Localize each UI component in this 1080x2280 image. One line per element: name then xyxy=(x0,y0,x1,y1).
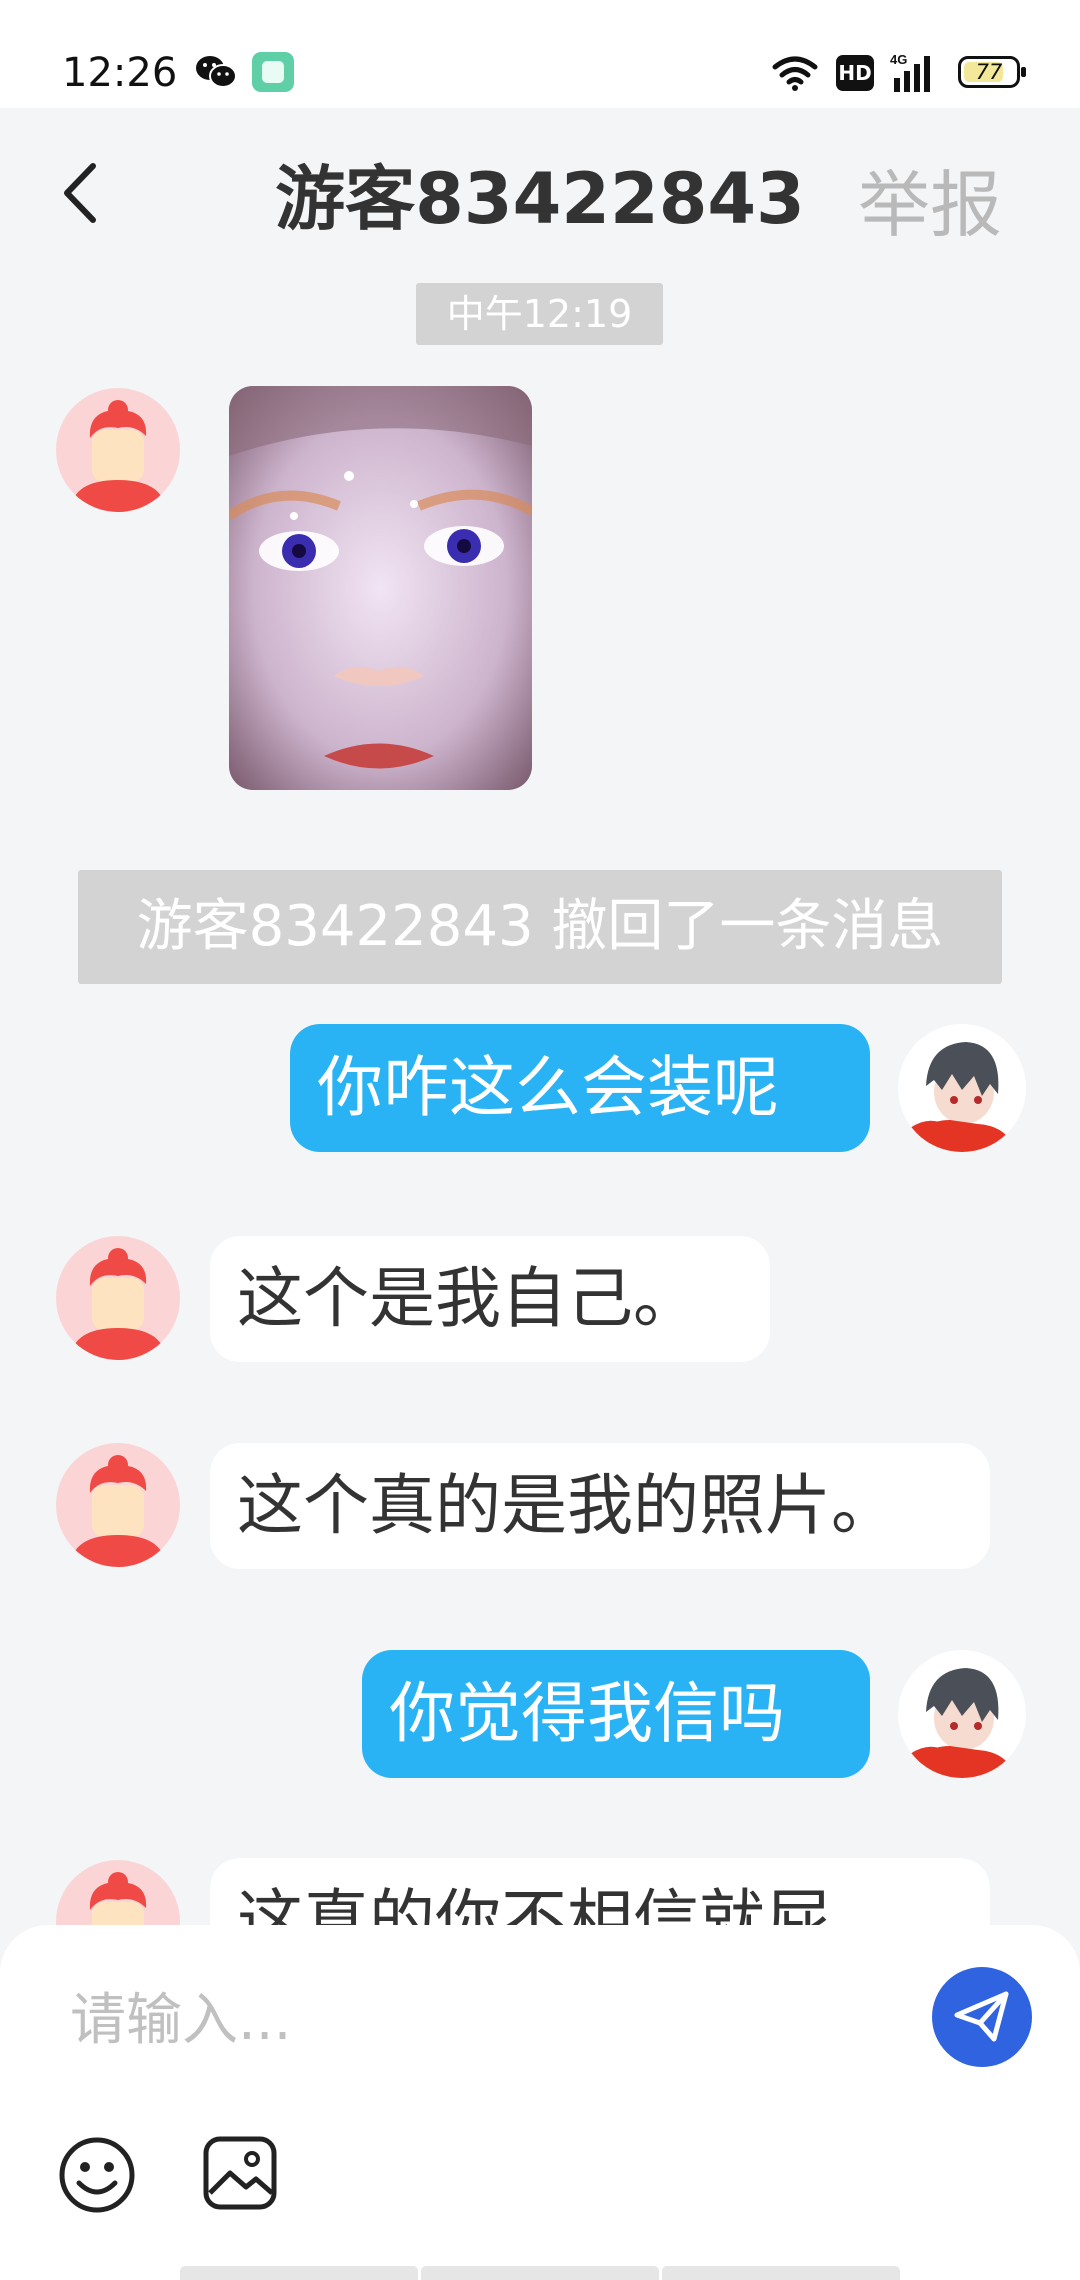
hd-badge: HD xyxy=(836,55,874,91)
person-avatar-icon xyxy=(70,1455,166,1567)
message-input[interactable] xyxy=(70,1980,890,2060)
wechat-icon xyxy=(195,54,237,90)
report-button[interactable]: 举报 xyxy=(858,146,1002,251)
keyboard-hint-segment xyxy=(180,2266,418,2280)
recall-notice: 游客83422843 撤回了一条消息 xyxy=(78,870,1002,984)
my-avatar[interactable] xyxy=(898,1650,1026,1778)
chevron-left-icon xyxy=(64,163,96,223)
back-button[interactable] xyxy=(55,158,105,228)
paper-plane-icon xyxy=(954,1991,1009,2042)
outgoing-message-bubble[interactable]: 你咋这么会装呢 xyxy=(290,1024,870,1152)
emoji-button[interactable] xyxy=(57,2135,137,2215)
image-picker-button[interactable] xyxy=(202,2135,278,2211)
send-button[interactable] xyxy=(932,1967,1032,2067)
incoming-message-bubble[interactable]: 这个是我自己。 xyxy=(210,1236,770,1362)
person-avatar-icon xyxy=(70,400,166,512)
keyboard-hint-segment xyxy=(421,2266,659,2280)
status-bar: 12:26 HD 4G 77 xyxy=(0,0,1080,108)
my-avatar[interactable] xyxy=(898,1024,1026,1152)
app-notification-icon xyxy=(252,52,294,92)
signal-label: 4G xyxy=(890,52,907,67)
outgoing-message-bubble[interactable]: 你觉得我信吗 xyxy=(362,1650,870,1778)
contact-avatar[interactable] xyxy=(56,1236,180,1360)
contact-avatar[interactable] xyxy=(56,1443,180,1567)
incoming-message-bubble[interactable]: 这个真的是我的照片。 xyxy=(210,1443,990,1569)
image-message[interactable] xyxy=(229,386,532,790)
anime-avatar-icon xyxy=(898,1650,1026,1778)
person-avatar-icon xyxy=(70,1248,166,1360)
contact-avatar[interactable] xyxy=(56,388,180,512)
face-photo xyxy=(229,386,532,790)
status-time: 12:26 xyxy=(62,50,178,96)
signal-icon: 4G xyxy=(890,52,940,92)
anime-avatar-icon xyxy=(898,1024,1026,1152)
chat-title: 游客83422843 xyxy=(275,158,805,240)
wifi-icon xyxy=(772,54,818,92)
chat-header: 游客83422843 举报 xyxy=(0,108,1080,273)
battery-icon: 77 xyxy=(958,56,1026,88)
smiley-icon xyxy=(59,2137,135,2213)
battery-level-text: 77 xyxy=(975,60,1003,84)
image-icon xyxy=(203,2136,277,2210)
message-timestamp: 中午12:19 xyxy=(416,283,663,345)
keyboard-hint-segment xyxy=(662,2266,900,2280)
message-composer xyxy=(0,1925,1080,2280)
